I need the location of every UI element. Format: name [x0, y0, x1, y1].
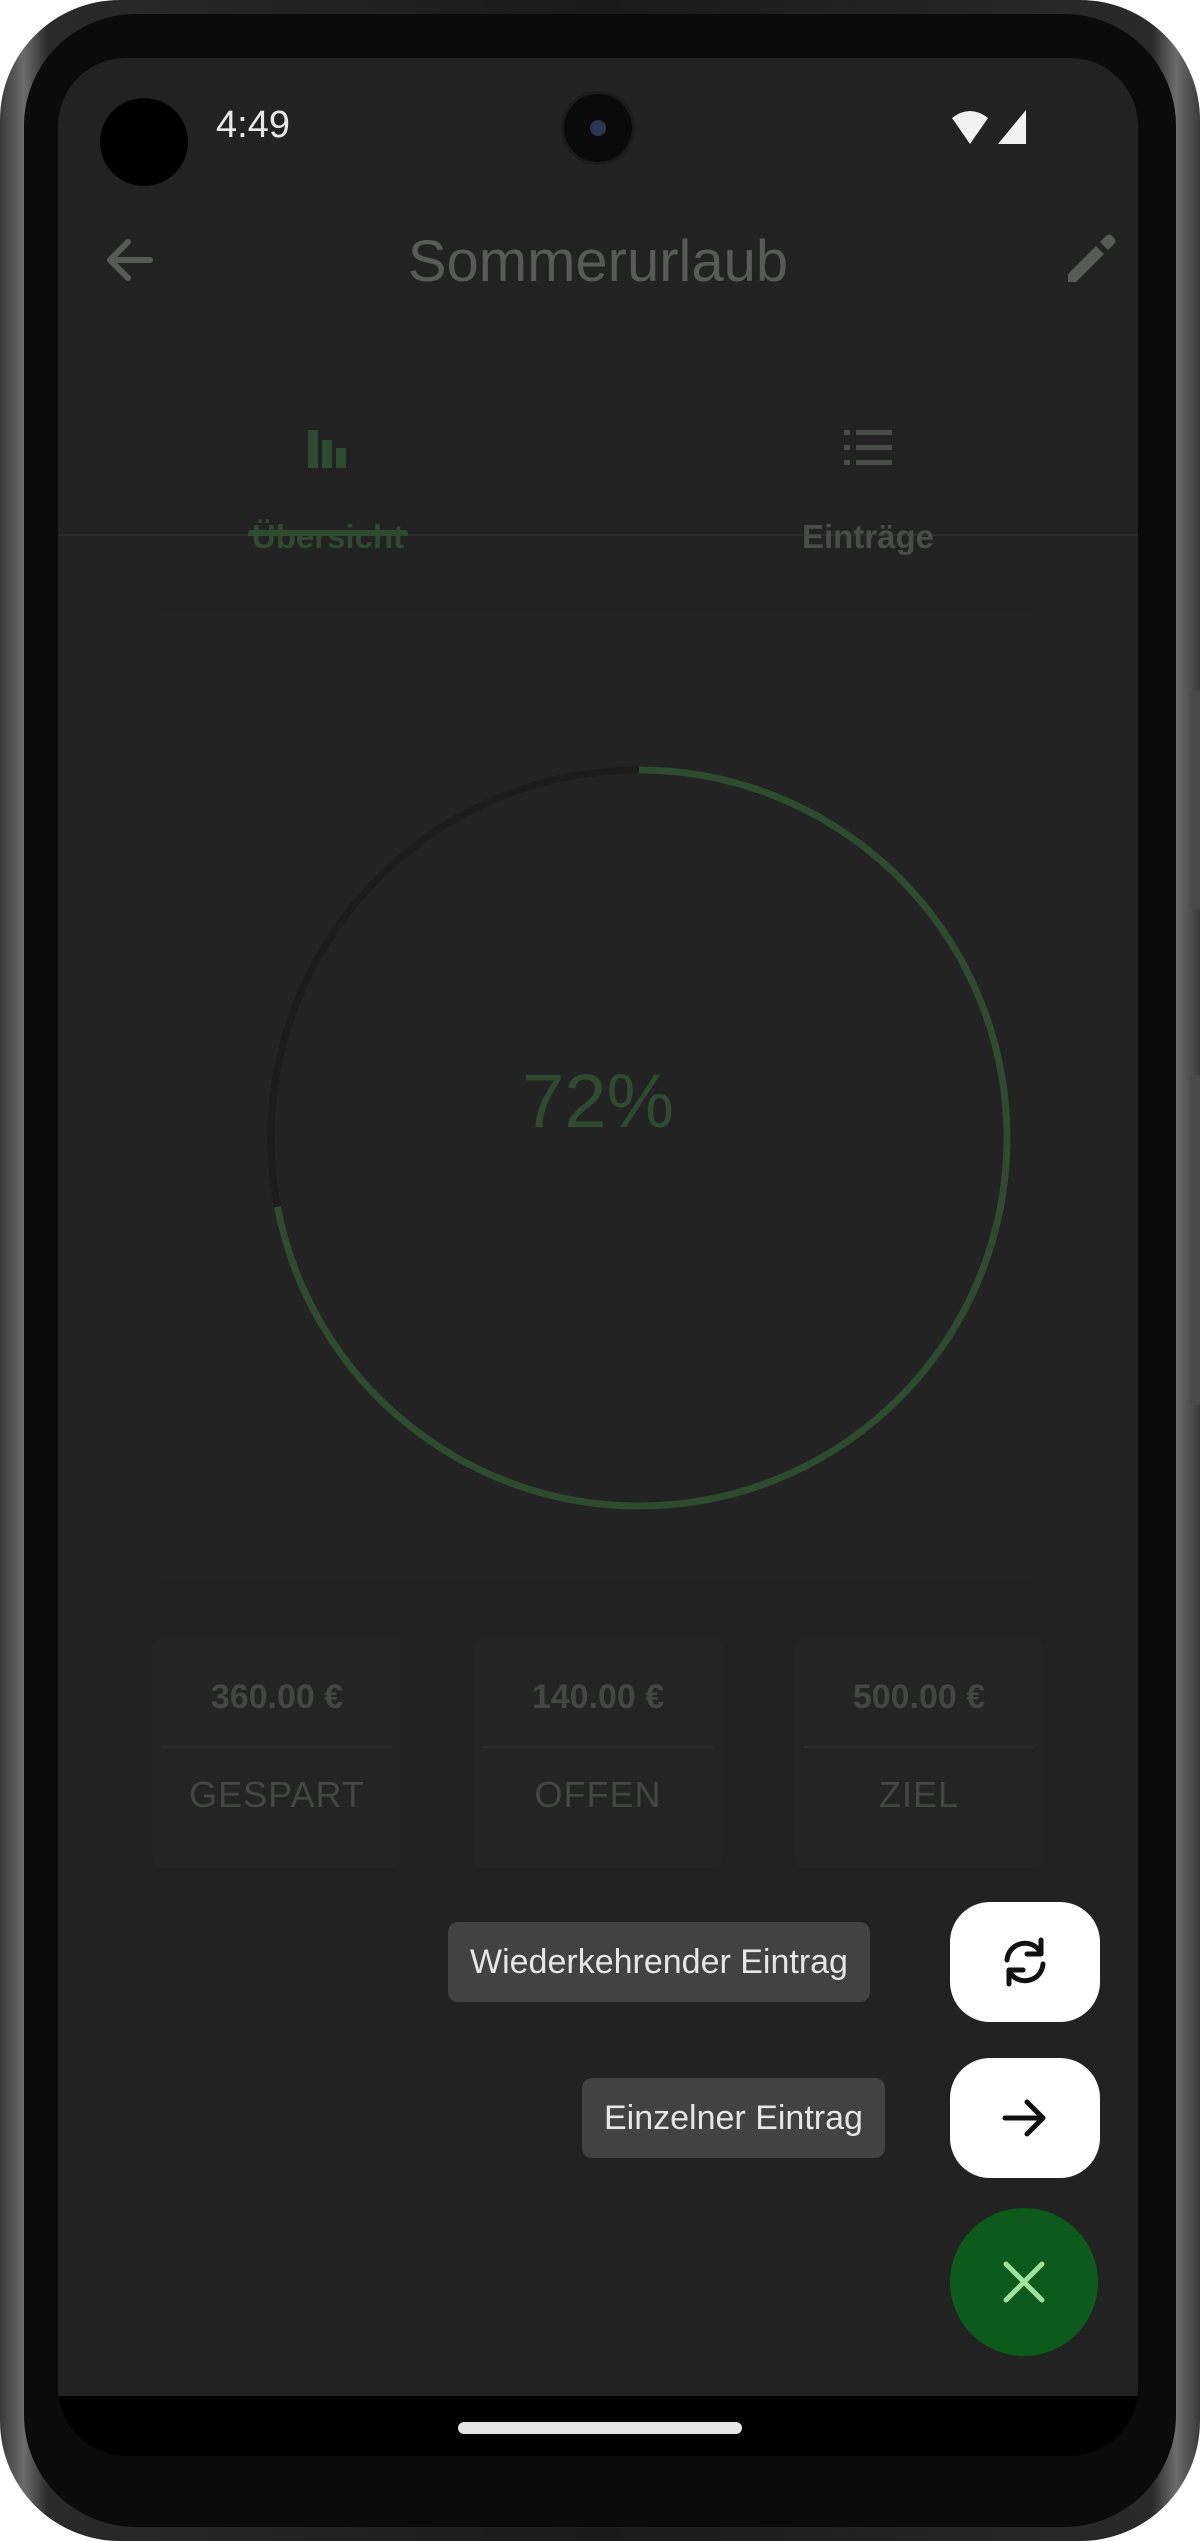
front-camera — [564, 94, 632, 162]
avatar — [100, 98, 188, 186]
stat-open: 140.00 € OFFEN — [473, 1638, 723, 1868]
tab-overview-label: Übersicht — [251, 518, 405, 555]
bar-chart-icon — [308, 430, 346, 468]
status-bar: 4:49 — [58, 58, 1138, 198]
stat-open-label: OFFEN — [534, 1774, 662, 1815]
close-icon — [1003, 2261, 1045, 2303]
tab-entries[interactable]: Einträge — [598, 358, 1138, 555]
fab-single-button[interactable] — [950, 2058, 1100, 2178]
edit-button[interactable] — [1058, 228, 1122, 292]
progress-percent: 72% — [521, 1059, 675, 1144]
tab-overview[interactable]: Übersicht — [58, 358, 598, 555]
stats-row: 360.00 € GESPART 140.00 € OFFEN 500.00 €… — [152, 1638, 1044, 1868]
fab-recurring-label[interactable]: Wiederkehrender Eintrag — [448, 1922, 870, 2002]
list-icon — [844, 430, 892, 465]
stat-saved: 360.00 € GESPART — [152, 1638, 402, 1868]
arrow-forward-icon — [1002, 2099, 1046, 2137]
pencil-edit-icon — [1068, 234, 1116, 282]
home-indicator[interactable] — [458, 2422, 742, 2434]
sync-icon — [1004, 1937, 1046, 1987]
status-time: 4:49 — [216, 104, 290, 146]
fab-recurring-button[interactable] — [950, 1902, 1100, 2022]
page-title: Sommerurlaub — [407, 229, 789, 294]
stat-divider — [804, 1746, 1034, 1748]
wifi-icon — [952, 111, 988, 144]
tab-entries-label: Einträge — [801, 518, 935, 555]
cellular-signal-icon — [998, 110, 1026, 144]
status-icons — [952, 110, 1026, 144]
tab-bar: Übersicht Einträge — [58, 358, 1138, 555]
fab-single-label[interactable]: Einzelner Eintrag — [582, 2078, 885, 2158]
screen: 4:49 Sommerurlaub Übersicht Einträge 72%… — [58, 58, 1138, 2456]
stat-divider — [483, 1746, 713, 1748]
power-button — [1190, 690, 1200, 910]
fab-close-button[interactable] — [950, 2208, 1098, 2356]
stat-divider — [162, 1746, 392, 1748]
stat-open-value: 140.00 € — [531, 1678, 665, 1716]
stat-goal-value: 500.00 € — [852, 1678, 986, 1716]
stat-saved-label: GESPART — [189, 1774, 365, 1815]
stat-saved-value: 360.00 € — [210, 1678, 344, 1716]
volume-button — [1190, 1075, 1200, 1405]
stat-goal-label: ZIEL — [878, 1774, 960, 1815]
app-bar: Sommerurlaub — [58, 198, 1138, 318]
stat-goal: 500.00 € ZIEL — [794, 1638, 1044, 1868]
tab-indicator — [248, 530, 408, 536]
